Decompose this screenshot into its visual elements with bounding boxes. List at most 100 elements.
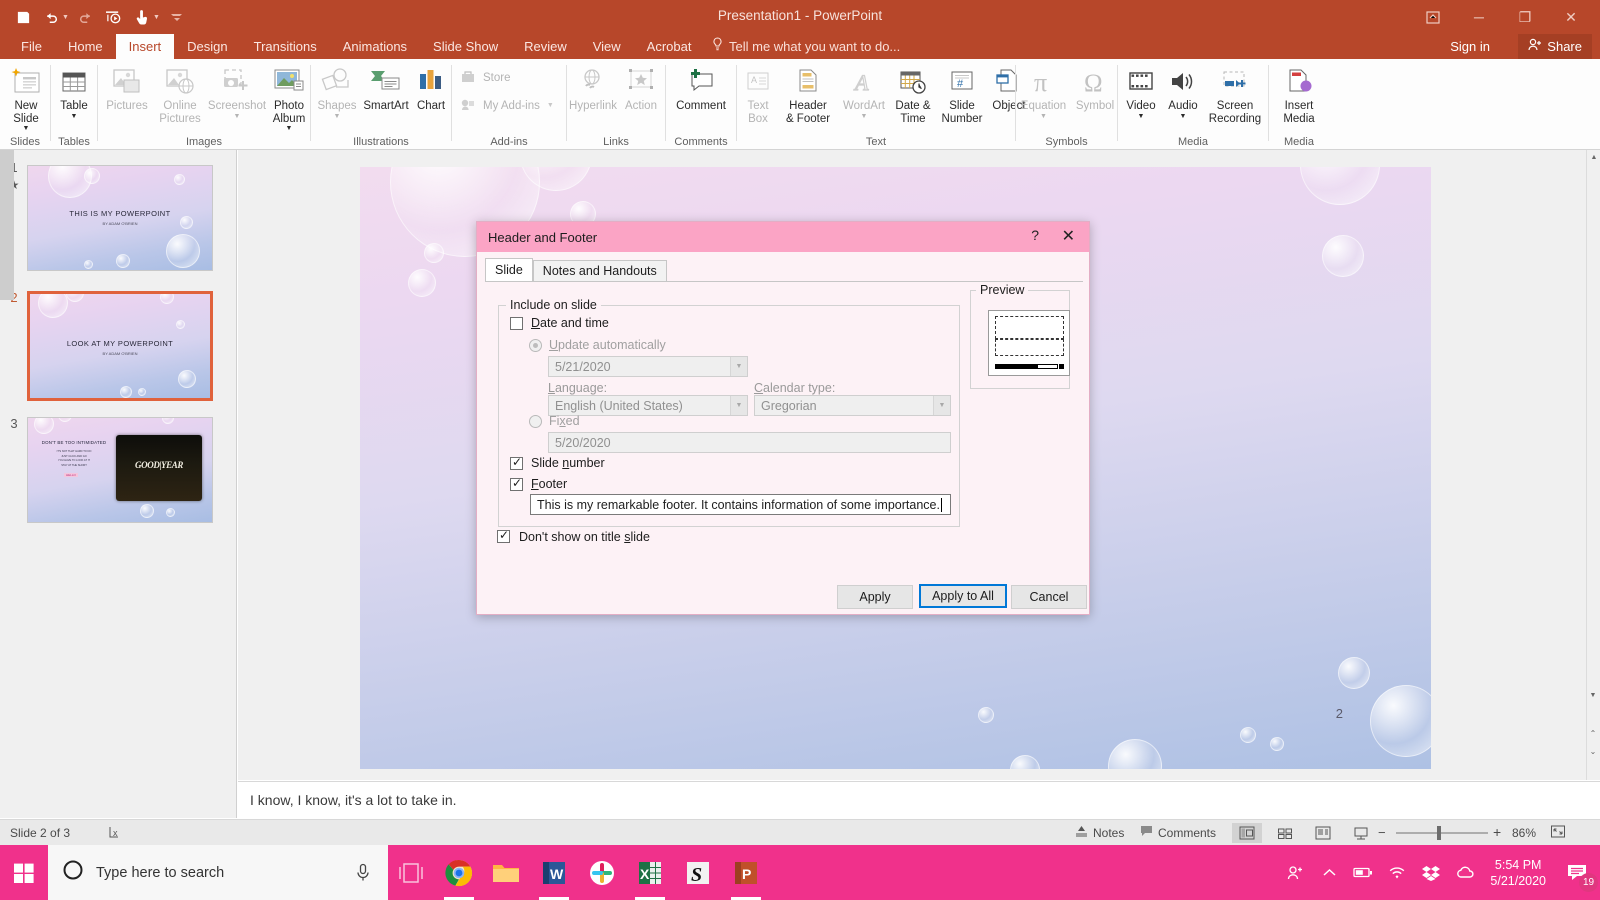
- vertical-scrollbar[interactable]: ▲: [1586, 150, 1600, 780]
- table-button[interactable]: Table ▼: [53, 63, 95, 121]
- slide-sorter-view-button[interactable]: [1270, 823, 1300, 843]
- insert-media-button[interactable]: Insert Media: [1271, 63, 1327, 125]
- update-automatically-radio[interactable]: [529, 339, 542, 352]
- scrollbar-thumb[interactable]: [0, 150, 14, 300]
- show-hidden-icons-chevron-icon[interactable]: [1312, 845, 1346, 900]
- new-slide-dropdown-icon[interactable]: ▼: [23, 125, 30, 133]
- normal-view-button[interactable]: [1232, 823, 1262, 843]
- slide-thumbnail-3[interactable]: DON'T BE TOO INTIMIDATED IT'S NOT THAT H…: [27, 417, 213, 523]
- video-button[interactable]: Video ▼: [1120, 63, 1162, 121]
- tab-design[interactable]: Design: [174, 34, 240, 59]
- people-icon[interactable]: [1278, 845, 1312, 900]
- dialog-close-button[interactable]: ✕: [1062, 226, 1075, 246]
- slide-thumbnail-2[interactable]: LOOK AT MY POWERPOINT BY ADAM O'BRIEN: [27, 291, 213, 401]
- photo-album-dropdown-icon[interactable]: ▼: [286, 125, 293, 133]
- chart-button[interactable]: Chart: [411, 63, 451, 113]
- tab-slide-show[interactable]: Slide Show: [420, 34, 511, 59]
- language-dropdown-icon[interactable]: ▼: [730, 396, 747, 415]
- zoom-slider-handle[interactable]: [1437, 826, 1441, 840]
- wordart-button[interactable]: A WordArt ▼: [839, 63, 889, 121]
- ribbon-display-options-icon[interactable]: [1410, 2, 1456, 32]
- comments-toggle-button[interactable]: Comments: [1140, 825, 1216, 840]
- tab-insert[interactable]: Insert: [115, 34, 175, 59]
- slide-number-checkbox[interactable]: [510, 455, 523, 470]
- header-and-footer-button[interactable]: Header & Footer: [777, 63, 839, 125]
- text-box-button[interactable]: A Text Box: [739, 63, 777, 125]
- action-button[interactable]: Action: [619, 63, 663, 113]
- fixed-date-radio[interactable]: [529, 415, 542, 428]
- language-combo[interactable]: English (United States) ▼: [548, 395, 748, 416]
- reading-view-button[interactable]: [1308, 823, 1338, 843]
- store-button[interactable]: Store: [460, 69, 560, 88]
- close-button[interactable]: ✕: [1548, 2, 1594, 32]
- photo-album-button[interactable]: Photo Album ▼: [268, 63, 310, 133]
- equation-dropdown-icon[interactable]: ▼: [1040, 113, 1047, 121]
- dialog-help-button[interactable]: ?: [1031, 227, 1039, 243]
- zoom-out-button[interactable]: −: [1378, 825, 1386, 840]
- tab-acrobat[interactable]: Acrobat: [634, 34, 705, 59]
- footer-checkbox[interactable]: [510, 476, 523, 491]
- tell-me-search[interactable]: Tell me what you want to do...: [712, 34, 900, 59]
- audio-button[interactable]: Audio ▼: [1162, 63, 1204, 121]
- excel-icon[interactable]: X: [631, 854, 669, 900]
- online-pictures-button[interactable]: Online Pictures: [154, 63, 206, 125]
- zoom-in-button[interactable]: +: [1493, 824, 1501, 840]
- video-dropdown-icon[interactable]: ▼: [1138, 113, 1145, 121]
- dialog-tab-slide[interactable]: Slide: [485, 258, 533, 281]
- taskbar-clock[interactable]: 5:54 PM 5/21/2020: [1482, 857, 1554, 889]
- battery-icon[interactable]: [1346, 845, 1380, 900]
- tab-home[interactable]: Home: [55, 34, 116, 59]
- footer-text-input[interactable]: This is my remarkable footer. It contain…: [530, 494, 951, 515]
- snagit-icon[interactable]: S: [679, 854, 717, 892]
- file-explorer-icon[interactable]: [487, 854, 525, 892]
- slide-thumbnail-panel[interactable]: 1 ★ THIS IS MY POWERPOINT BY ADAM O'BRIE…: [0, 150, 237, 818]
- word-icon[interactable]: W: [535, 854, 573, 900]
- pictures-button[interactable]: Pictures: [100, 63, 154, 113]
- task-view-icon[interactable]: [392, 854, 430, 892]
- minimize-button[interactable]: ─: [1456, 2, 1502, 32]
- previous-slide-button[interactable]: ⌃: [1586, 726, 1600, 740]
- my-addins-button[interactable]: My Add-ins ▼: [460, 97, 568, 116]
- wifi-icon[interactable]: [1380, 845, 1414, 900]
- zoom-percent-label[interactable]: 86%: [1512, 826, 1536, 840]
- scroll-down-arrow-icon[interactable]: ▼: [1586, 688, 1600, 702]
- notes-pane[interactable]: I know, I know, it's a lot to take in.: [238, 781, 1600, 818]
- apply-button[interactable]: Apply: [837, 585, 913, 609]
- next-slide-button[interactable]: ⌄: [1586, 744, 1600, 758]
- cancel-button[interactable]: Cancel: [1011, 585, 1087, 609]
- my-addins-dropdown-icon[interactable]: ▼: [547, 102, 554, 110]
- dont-show-on-title-slide-checkbox[interactable]: [497, 528, 510, 543]
- equation-button[interactable]: π Equation ▼: [1016, 63, 1071, 121]
- header-and-footer-dialog[interactable]: Header and Footer ? ✕ Slide Notes and Ha…: [476, 221, 1090, 615]
- start-button-icon[interactable]: [0, 845, 48, 900]
- wordart-dropdown-icon[interactable]: ▼: [861, 113, 868, 121]
- restore-button[interactable]: ❐: [1502, 2, 1548, 32]
- spellcheck-icon[interactable]: x: [108, 825, 124, 842]
- tab-review[interactable]: Review: [511, 34, 580, 59]
- tab-view[interactable]: View: [580, 34, 634, 59]
- slide-number-button[interactable]: # Slide Number: [937, 63, 987, 125]
- screenshot-button[interactable]: Screenshot ▼: [206, 63, 268, 121]
- microphone-icon[interactable]: [355, 863, 371, 888]
- slide-show-button[interactable]: [1346, 823, 1376, 843]
- hyperlink-button[interactable]: Hyperlink: [567, 63, 619, 113]
- table-dropdown-icon[interactable]: ▼: [71, 113, 78, 121]
- fit-slide-to-window-button[interactable]: [1550, 824, 1566, 842]
- apply-to-all-button[interactable]: Apply to All: [919, 584, 1007, 608]
- symbol-button[interactable]: Ω Symbol: [1071, 63, 1119, 113]
- auto-date-combo[interactable]: 5/21/2020 ▼: [548, 356, 748, 377]
- tab-animations[interactable]: Animations: [330, 34, 420, 59]
- tab-file[interactable]: File: [8, 34, 55, 59]
- calendar-type-dropdown-icon[interactable]: ▼: [933, 396, 950, 415]
- comment-button[interactable]: Comment: [668, 63, 734, 113]
- scroll-up-arrow-icon[interactable]: ▲: [1587, 150, 1600, 164]
- notes-toggle-button[interactable]: Notes: [1075, 825, 1124, 840]
- dropbox-icon[interactable]: [1414, 845, 1448, 900]
- audio-dropdown-icon[interactable]: ▼: [1180, 113, 1187, 121]
- share-button[interactable]: Share: [1518, 34, 1592, 59]
- auto-date-dropdown-icon[interactable]: ▼: [730, 357, 747, 376]
- notification-center-button[interactable]: 19: [1554, 845, 1600, 900]
- shapes-dropdown-icon[interactable]: ▼: [334, 113, 341, 121]
- shapes-button[interactable]: Shapes ▼: [313, 63, 361, 121]
- date-and-time-checkbox[interactable]: [510, 317, 523, 330]
